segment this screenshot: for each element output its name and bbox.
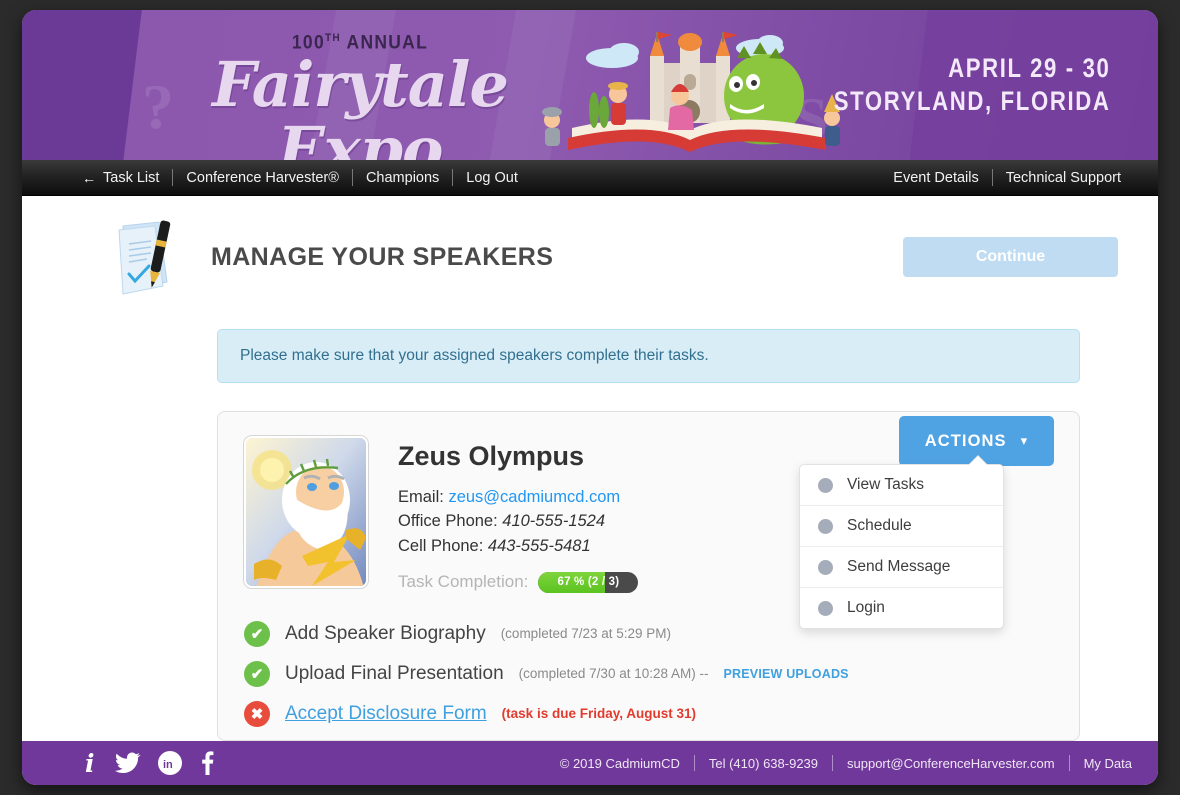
banner-title-block: 100TH ANNUAL Fairytale Expo	[140, 32, 580, 160]
navbar-left-group: ← Task List Conference Harvester® Champi…	[82, 169, 531, 186]
banner-left-panel	[22, 10, 144, 160]
back-arrow-icon: ←	[82, 169, 96, 186]
navbar-right-group: Event Details Technical Support	[880, 169, 1134, 186]
banner-event-name: Fairytale Expo	[212, 48, 509, 160]
nav-item-event-details[interactable]: Event Details	[880, 170, 991, 186]
page-title: MANAGE YOUR SPEAKERS	[211, 242, 554, 271]
preview-uploads-link[interactable]: PREVIEW UPLOADS	[723, 667, 848, 681]
speaker-name: Zeus Olympus	[398, 441, 585, 471]
twitter-icon[interactable]	[115, 752, 141, 774]
banner-annual-suffix: TH	[324, 32, 342, 44]
task-meta: (completed 7/23 at 5:29 PM)	[500, 626, 672, 642]
banner-annual-line: 100TH ANNUAL	[158, 32, 563, 54]
document-pen-icon	[118, 220, 171, 295]
speaker-cell-phone-line: Cell Phone: 443-555-5481	[398, 534, 638, 558]
office-phone-label: Office Phone:	[398, 512, 498, 531]
task-name: Upload Final Presentation	[285, 662, 504, 684]
avatar	[244, 436, 368, 588]
footer-divider	[693, 755, 695, 771]
task-completion-label: Task Completion:	[398, 572, 529, 592]
task-completion-progressbar: 67 % (2 / 3)	[538, 571, 639, 593]
nav-item-task-list-label: Task List	[103, 169, 160, 186]
menu-item-view-tasks[interactable]: View Tasks	[800, 465, 1003, 506]
speaker-email-link[interactable]: zeus@cadmiumcd.com	[448, 488, 620, 506]
email-label: Email:	[398, 488, 444, 506]
check-circle-icon: ✔	[244, 660, 270, 687]
bullet-icon	[818, 518, 833, 534]
task-row: ✔ Upload Final Presentation (completed 7…	[244, 660, 1053, 687]
progress-text: 67 % (2 / 3)	[557, 576, 620, 589]
banner-event-details: APRIL 29 - 30 STORYLAND, FLORIDA	[773, 52, 1111, 118]
actions-dropdown-menu: View Tasks Schedule Send Message Login	[799, 456, 1004, 629]
nav-item-champions[interactable]: Champions	[353, 170, 452, 186]
event-banner: ? S 100TH ANNUAL Fairytale Expo APRIL 29…	[22, 10, 1158, 160]
task-completion-row: Task Completion: 67 % (2 / 3)	[398, 571, 639, 593]
speaker-info: Zeus Olympus Email: zeus@cadmiumcd.com O…	[398, 436, 639, 593]
main-content: MANAGE YOUR SPEAKERS Continue Please mak…	[22, 196, 1158, 741]
task-row: ✖ Accept Disclosure Form (task is due Fr…	[244, 700, 1053, 727]
info-alert: Please make sure that your assigned spea…	[217, 329, 1080, 383]
banner-annual-number: 100	[291, 32, 325, 54]
bullet-icon	[818, 600, 833, 616]
office-phone-value: 410-555-1524	[502, 512, 606, 531]
svg-text:in: in	[163, 759, 173, 771]
banner-annual-word: ANNUAL	[346, 32, 429, 54]
info-icon[interactable]: i	[82, 750, 98, 776]
footer-my-data-link[interactable]: My Data	[1084, 756, 1132, 771]
task-due-meta: (task is due Friday, August 31)	[501, 706, 696, 722]
info-alert-message: Please make sure that your assigned spea…	[240, 347, 709, 364]
speaker-email-line: Email: zeus@cadmiumcd.com	[398, 485, 638, 509]
footer-copyright: © 2019 CadmiumCD	[559, 755, 680, 771]
footer-divider	[832, 755, 834, 771]
linkedin-icon[interactable]: in	[158, 751, 182, 775]
task-name: Add Speaker Biography	[285, 622, 486, 644]
app-window: ? S 100TH ANNUAL Fairytale Expo APRIL 29…	[22, 10, 1158, 785]
nav-item-log-out[interactable]: Log Out	[453, 170, 531, 186]
main-navbar: ← Task List Conference Harvester® Champi…	[22, 160, 1158, 196]
task-name-link[interactable]: Accept Disclosure Form	[285, 703, 487, 725]
cell-phone-label: Cell Phone:	[398, 536, 484, 555]
menu-item-send-message-label: Send Message	[847, 558, 951, 575]
menu-item-schedule-label: Schedule	[847, 517, 912, 534]
speaker-office-phone-line: Office Phone: 410-555-1524	[398, 509, 638, 533]
bullet-icon	[818, 477, 833, 493]
facebook-icon[interactable]	[199, 750, 215, 776]
task-meta: (completed 7/30 at 10:28 AM) --	[518, 666, 709, 682]
speaker-card: Zeus Olympus Email: zeus@cadmiumcd.com O…	[217, 411, 1080, 741]
page-header: MANAGE YOUR SPEAKERS Continue	[22, 196, 1158, 296]
continue-button[interactable]: Continue	[903, 237, 1118, 277]
cell-phone-value: 443-555-5481	[487, 536, 591, 555]
banner-location: STORYLAND, FLORIDA	[833, 85, 1110, 116]
footer-divider	[1068, 755, 1070, 771]
actions-menu-container: ACTIONS ▾ View Tasks Schedule Send Messa…	[799, 416, 1054, 629]
chevron-down-icon: ▾	[1020, 433, 1029, 448]
footer-tel: Tel (410) 638-9239	[708, 755, 819, 771]
menu-item-login[interactable]: Login	[800, 588, 1003, 628]
banner-dates: APRIL 29 - 30	[947, 53, 1110, 83]
bullet-icon	[818, 559, 833, 575]
menu-item-login-label: Login	[847, 599, 885, 616]
footer-support-email-link[interactable]: support@ConferenceHarvester.com	[847, 756, 1055, 771]
actions-button-label: ACTIONS	[924, 431, 1007, 450]
svg-text:i: i	[85, 750, 95, 776]
menu-item-schedule[interactable]: Schedule	[800, 506, 1003, 547]
menu-item-send-message[interactable]: Send Message	[800, 547, 1003, 588]
nav-item-technical-support[interactable]: Technical Support	[993, 170, 1134, 186]
menu-item-view-tasks-label: View Tasks	[847, 476, 924, 493]
social-links: i in	[82, 750, 215, 776]
footer-info: © 2019 CadmiumCD Tel (410) 638-9239 supp…	[560, 755, 1132, 771]
check-circle-icon: ✔	[244, 620, 270, 647]
x-circle-icon: ✖	[244, 700, 270, 727]
dropdown-caret	[968, 456, 988, 466]
nav-item-task-list[interactable]: ← Task List	[82, 170, 172, 186]
zeus-avatar-image	[246, 438, 366, 586]
page-footer: i in © 2019 CadmiumCD Tel (410) 638-9239…	[22, 741, 1158, 785]
nav-item-conference-harvester[interactable]: Conference Harvester®	[173, 170, 352, 186]
